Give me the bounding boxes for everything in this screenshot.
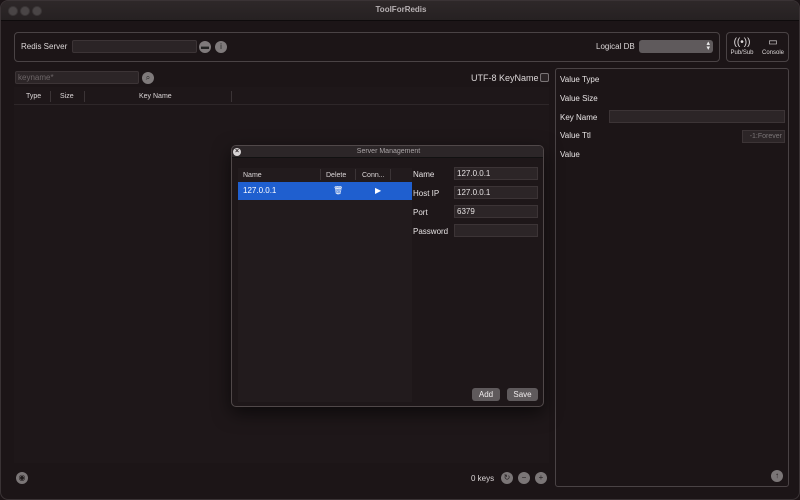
server-list: Name Delete Conn... 127.0.0.1 🗑 ▶ [238, 168, 412, 402]
name-input[interactable]: 127.0.0.1 [454, 167, 538, 180]
upload-icon[interactable]: ↑ [771, 470, 783, 482]
port-input[interactable]: 6379 [454, 205, 538, 218]
key-name-label: Key Name [560, 113, 598, 122]
server-row-name: 127.0.0.1 [243, 186, 277, 195]
chevron-updown-icon: ▴ ▾ [706, 40, 710, 52]
logical-db-select[interactable]: ▴ ▾ [639, 40, 713, 53]
redis-server-input[interactable] [72, 40, 197, 53]
broadcast-icon: ((•)) [733, 37, 751, 48]
col-server-name[interactable]: Name [243, 172, 262, 179]
value-type-label: Value Type [560, 75, 600, 84]
refresh-icon[interactable]: ↻ [501, 472, 513, 484]
trash-icon[interactable]: 🗑 [333, 186, 343, 195]
value-panel: Value Type Value Size Key Name Value Ttl… [555, 68, 789, 487]
value-label: Value [560, 150, 580, 159]
console-button[interactable]: ▭ Console [759, 36, 787, 56]
key-search-input[interactable]: keyname* [15, 71, 139, 84]
logical-db-label: Logical DB [596, 42, 635, 51]
col-delete[interactable]: Delete [326, 172, 346, 179]
server-row[interactable]: 127.0.0.1 🗑 ▶ [238, 182, 412, 200]
search-icon[interactable]: ⌕ [142, 72, 154, 84]
host-ip-input[interactable]: 127.0.0.1 [454, 186, 538, 199]
server-management-dialog: Server Management × Name Delete Conn... … [231, 145, 544, 407]
key-table-header: Type Size Key Name [14, 87, 549, 105]
remove-key-icon[interactable]: − [518, 472, 530, 484]
close-icon[interactable]: × [233, 148, 241, 156]
keys-count: 0 keys [471, 474, 495, 483]
window-title: ToolForRedis [375, 5, 427, 14]
app-window: ToolForRedis Redis Server ▬ i Logical DB… [0, 0, 800, 500]
name-label: Name [413, 170, 435, 179]
col-size[interactable]: Size [60, 93, 74, 100]
play-icon[interactable]: ▶ [375, 186, 381, 195]
col-key-name[interactable]: Key Name [139, 93, 172, 100]
value-ttl-input[interactable]: -1:Forever [742, 130, 785, 143]
host-ip-label: Host IP [413, 189, 440, 198]
value-ttl-label: Value Ttl [560, 131, 591, 140]
add-key-icon[interactable]: + [535, 472, 547, 484]
pubsub-button[interactable]: ((•)) Pub/Sub [728, 36, 756, 56]
folder-icon[interactable]: ▬ [199, 41, 211, 53]
password-input[interactable] [454, 224, 538, 237]
eye-icon[interactable]: ◉ [16, 472, 28, 484]
terminal-icon: ▭ [768, 37, 778, 48]
col-type[interactable]: Type [26, 93, 41, 100]
col-connect[interactable]: Conn... [362, 172, 385, 179]
title-bar: ToolForRedis [1, 1, 799, 21]
utf8-keyname-label: UTF-8 KeyName [471, 73, 539, 83]
key-name-input[interactable] [609, 110, 785, 123]
value-size-label: Value Size [560, 94, 598, 103]
password-label: Password [413, 227, 449, 236]
utf8-checkbox[interactable] [540, 73, 549, 82]
add-button[interactable]: Add [472, 388, 500, 401]
info-icon[interactable]: i [215, 41, 227, 53]
port-label: Port [413, 208, 428, 217]
dialog-title: Server Management [232, 146, 543, 158]
redis-server-label: Redis Server [21, 42, 68, 51]
save-button[interactable]: Save [507, 388, 538, 401]
